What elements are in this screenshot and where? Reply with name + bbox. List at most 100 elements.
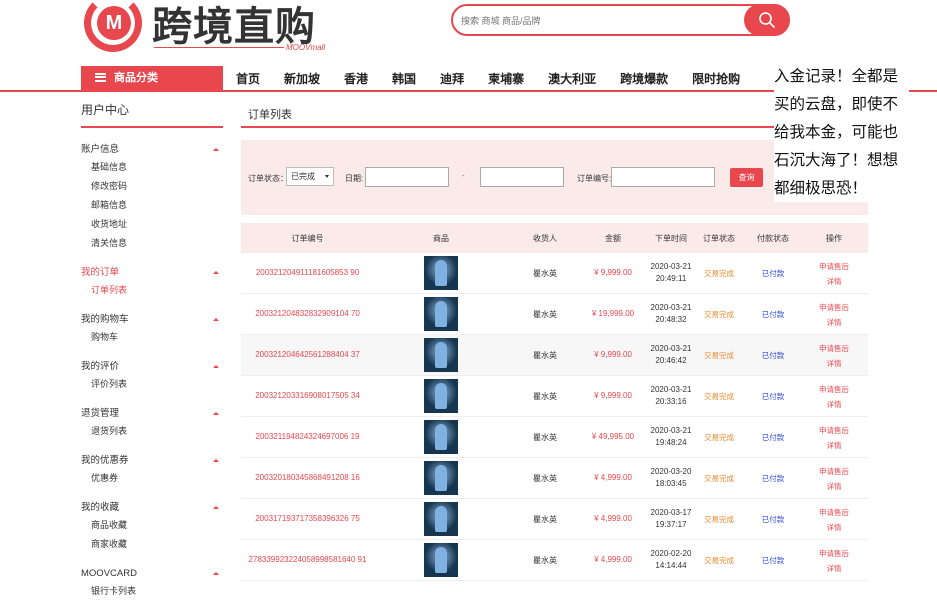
nav-item-singapore[interactable]: 新加坡 xyxy=(284,70,320,87)
nav-item-home[interactable]: 首页 xyxy=(236,70,260,87)
sidebar-item-change-password[interactable]: 修改密码 xyxy=(81,177,223,196)
order-detail-link[interactable]: 详情 xyxy=(811,520,857,535)
nav-item-korea[interactable]: 韩国 xyxy=(392,70,416,87)
table-row: 200321194824324697006 19 瞿水英 ¥ 49,995.00 20… xyxy=(241,417,868,458)
order-number-link[interactable]: 200320180345868491208 16 xyxy=(241,473,374,482)
apply-after-sale-link[interactable]: 申请售后 xyxy=(811,259,857,274)
order-number-link[interactable]: 200321203316908017505 34 xyxy=(241,391,374,400)
apply-after-sale-link[interactable]: 申请售后 xyxy=(811,505,857,520)
receiver-name: 瞿水英 xyxy=(533,310,557,319)
order-detail-link[interactable]: 详情 xyxy=(811,479,857,494)
sidebar-item-address[interactable]: 收货地址 xyxy=(81,215,223,234)
order-amount: ¥ 9,999.00 xyxy=(594,268,632,277)
search-input[interactable] xyxy=(461,12,741,30)
product-thumbnail[interactable] xyxy=(424,256,458,290)
sidebar-group-returns: 退货管理 退货列表 xyxy=(81,406,223,441)
order-date: 2020-03-20 xyxy=(650,467,692,476)
apply-after-sale-link[interactable]: 申请售后 xyxy=(811,546,857,561)
date-end-input[interactable] xyxy=(480,167,564,187)
order-status: 交易完成 xyxy=(704,269,734,278)
main-nav: 首页 新加坡 香港 韩国 迪拜 柬埔寨 澳大利亚 跨境爆款 限时抢购 xyxy=(236,70,764,87)
order-status: 交易完成 xyxy=(704,474,734,483)
sidebar-group-header[interactable]: 我的优惠券 xyxy=(81,453,223,469)
order-time: 2020-03-21 20:49:11 xyxy=(643,261,699,285)
apply-after-sale-link[interactable]: 申请售后 xyxy=(811,382,857,397)
order-date: 2020-03-21 xyxy=(650,262,692,271)
apply-after-sale-link[interactable]: 申请售后 xyxy=(811,341,857,356)
sidebar-item-product-favorites[interactable]: 商品收藏 xyxy=(81,516,223,535)
sidebar-group-header[interactable]: 账户信息 xyxy=(81,142,223,158)
order-number-link[interactable]: 200321204911181605853 90 xyxy=(241,268,374,277)
chevron-down-icon xyxy=(325,175,329,178)
sidebar-group-header[interactable]: 我的购物车 xyxy=(81,312,223,328)
status-filter-label: 订单状态： xyxy=(248,174,288,183)
category-menu-button[interactable]: 商品分类 xyxy=(81,66,223,90)
order-detail-link[interactable]: 详情 xyxy=(811,561,857,576)
order-clock: 19:37:17 xyxy=(655,520,687,529)
sidebar-item-review-list[interactable]: 评价列表 xyxy=(81,375,223,394)
apply-after-sale-link[interactable]: 申请售后 xyxy=(811,464,857,479)
logo-mark: M xyxy=(97,6,131,40)
nav-item-cambodia[interactable]: 柬埔寨 xyxy=(488,70,524,87)
product-thumbnail[interactable] xyxy=(424,461,458,495)
search-button[interactable] xyxy=(744,4,790,36)
nav-item-hongkong[interactable]: 香港 xyxy=(344,70,368,87)
sidebar-item-basic-info[interactable]: 基础信息 xyxy=(81,158,223,177)
sidebar-group-header[interactable]: MOOVCARD xyxy=(81,566,223,582)
col-receiver: 收货人 xyxy=(533,234,557,243)
order-no-input[interactable] xyxy=(611,167,715,187)
nav-item-crossborder-hot[interactable]: 跨境爆款 xyxy=(620,70,668,87)
order-amount: ¥ 9,999.00 xyxy=(594,350,632,359)
order-clock: 20:46:42 xyxy=(655,356,687,365)
sidebar-item-bank-cards[interactable]: 银行卡列表 xyxy=(81,582,223,600)
order-detail-link[interactable]: 详情 xyxy=(811,438,857,453)
product-figure xyxy=(435,260,447,286)
chevron-up-icon xyxy=(213,506,219,509)
nav-item-dubai[interactable]: 迪拜 xyxy=(440,70,464,87)
sidebar-item-shop-favorites[interactable]: 商家收藏 xyxy=(81,535,223,554)
date-start-input[interactable] xyxy=(365,167,449,187)
pay-status: 已付款 xyxy=(761,515,785,524)
order-number-link[interactable]: 200321204832832909104 70 xyxy=(241,309,374,318)
receiver-name: 瞿水英 xyxy=(533,515,557,524)
order-actions: 申请售后 详情 xyxy=(811,423,857,453)
product-thumbnail[interactable] xyxy=(424,543,458,577)
order-detail-link[interactable]: 详情 xyxy=(811,274,857,289)
sidebar-item-order-list[interactable]: 订单列表 xyxy=(81,281,223,300)
sidebar-group-header[interactable]: 我的订单 xyxy=(81,265,223,281)
sidebar-group-header[interactable]: 我的收藏 xyxy=(81,500,223,516)
order-number-link[interactable]: 200321194824324697006 19 xyxy=(241,432,374,441)
col-order-time: 下单时间 xyxy=(655,234,687,243)
sidebar-item-email[interactable]: 邮箱信息 xyxy=(81,196,223,215)
product-thumbnail[interactable] xyxy=(424,502,458,536)
sidebar-group-coupons: 我的优惠券 优惠券 xyxy=(81,453,223,488)
order-time: 2020-03-21 19:48:24 xyxy=(643,425,699,449)
nav-item-flash-sale[interactable]: 限时抢购 xyxy=(692,70,740,87)
product-thumbnail[interactable] xyxy=(424,420,458,454)
order-detail-link[interactable]: 详情 xyxy=(811,356,857,371)
order-actions: 申请售后 详情 xyxy=(811,300,857,330)
order-amount: ¥ 9,999.00 xyxy=(594,391,632,400)
sidebar-item-coupons[interactable]: 优惠券 xyxy=(81,469,223,488)
status-select[interactable]: 已完成 xyxy=(286,167,334,186)
nav-item-australia[interactable]: 澳大利亚 xyxy=(548,70,596,87)
sidebar-item-cart[interactable]: 购物车 xyxy=(81,328,223,347)
order-detail-link[interactable]: 详情 xyxy=(811,315,857,330)
product-thumbnail[interactable] xyxy=(424,338,458,372)
order-number-link[interactable]: 200317193717358396326 75 xyxy=(241,514,374,523)
sidebar-group-header[interactable]: 退货管理 xyxy=(81,406,223,422)
query-button[interactable]: 查询 xyxy=(730,168,763,187)
order-no-label: 订单编号: xyxy=(577,174,612,183)
apply-after-sale-link[interactable]: 申请售后 xyxy=(811,423,857,438)
sidebar-item-customs[interactable]: 清关信息 xyxy=(81,234,223,253)
sidebar-item-return-list[interactable]: 退货列表 xyxy=(81,422,223,441)
product-thumbnail[interactable] xyxy=(424,379,458,413)
apply-after-sale-link[interactable]: 申请售后 xyxy=(811,300,857,315)
order-detail-link[interactable]: 详情 xyxy=(811,397,857,412)
product-thumbnail[interactable] xyxy=(424,297,458,331)
sidebar-group-header[interactable]: 我的评价 xyxy=(81,359,223,375)
site-logo[interactable]: M 跨境直购 MOOVmall xyxy=(82,0,342,56)
order-time: 2020-03-17 19:37:17 xyxy=(643,507,699,531)
order-number-link[interactable]: 200321204642561288404 37 xyxy=(241,350,374,359)
order-number-link[interactable]: 278339923224058998581640 91 xyxy=(241,555,374,564)
